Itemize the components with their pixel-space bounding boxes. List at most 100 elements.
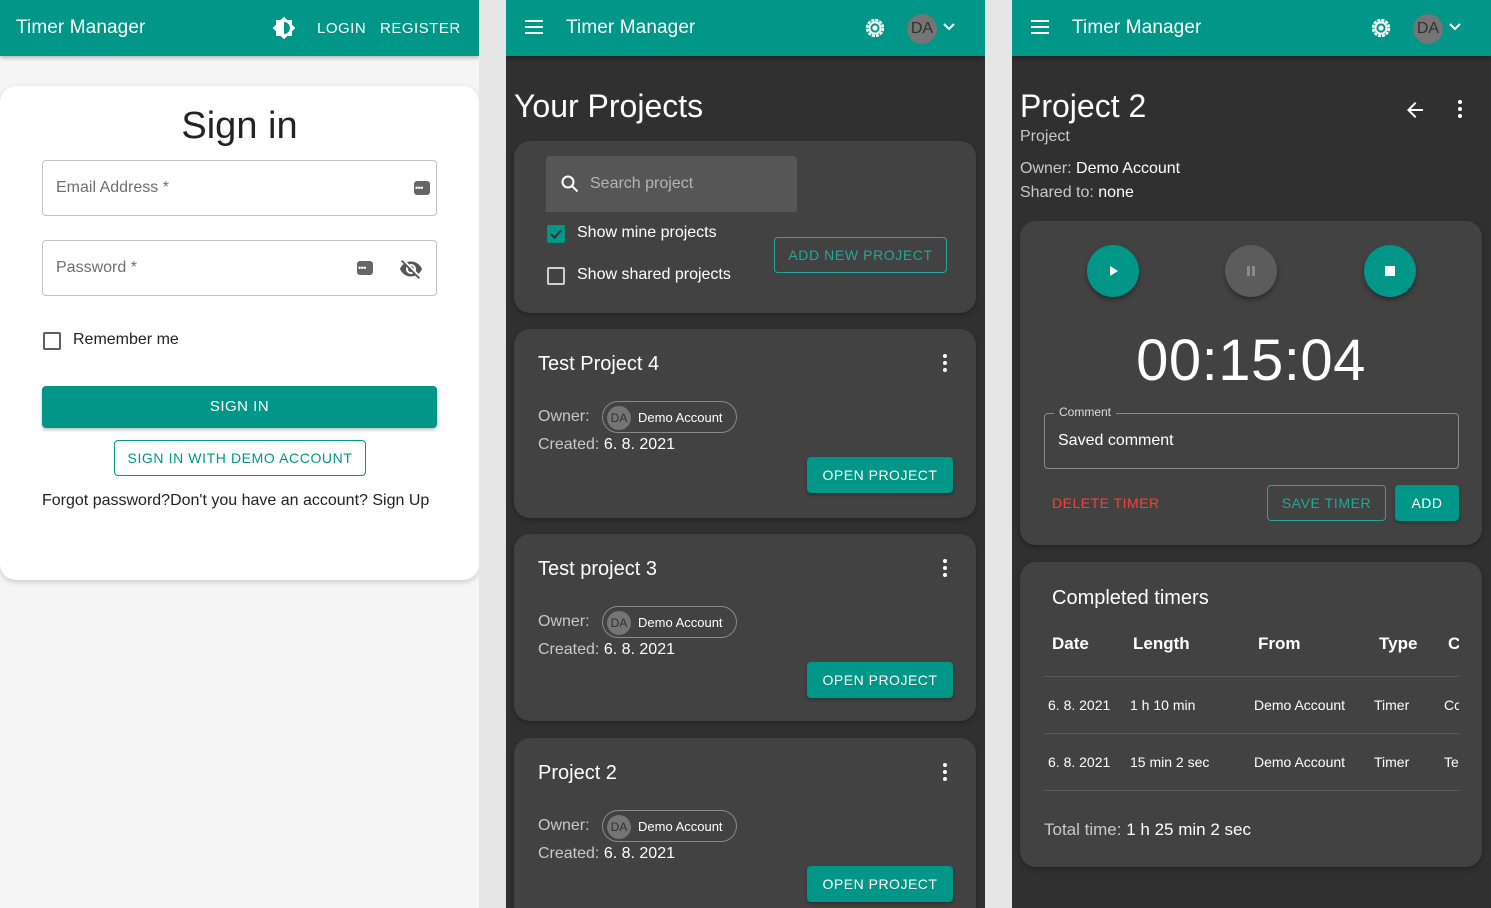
total-value: 1 h 25 min 2 sec [1126, 820, 1251, 839]
project-name[interactable]: Test Project 4 [538, 353, 659, 376]
more-vert-icon[interactable] [1458, 100, 1462, 118]
sign-in-card: Sign in Email Address * Password * Remem… [0, 86, 479, 580]
show-mine-checkbox[interactable] [547, 225, 565, 243]
register-link[interactable]: REGISTER [380, 20, 461, 37]
created-date: 6. 8. 2021 [603, 641, 675, 658]
more-vert-icon[interactable] [943, 763, 947, 781]
chip-name: Demo Account [638, 615, 723, 630]
chevron-down-icon[interactable] [942, 20, 956, 34]
project-card: Test Project 4 Owner: DA Demo Account Cr… [514, 329, 976, 518]
column-header: From [1258, 634, 1301, 653]
chip-avatar: DA [607, 611, 631, 635]
play-icon [1110, 266, 1118, 276]
app-bar: Timer Manager DA [1012, 0, 1491, 56]
sign-up-link[interactable]: Don't you have an account? Sign Up [170, 492, 429, 509]
app-bar: Timer Manager LOGIN REGISTER [0, 0, 479, 56]
show-shared-label: Show shared projects [577, 266, 731, 283]
chevron-down-icon[interactable] [1448, 20, 1462, 34]
search-icon [561, 175, 579, 193]
password-manager-icon[interactable] [414, 181, 430, 195]
login-link[interactable]: LOGIN [317, 20, 366, 37]
open-project-button[interactable]: OPEN PROJECT [807, 662, 953, 698]
brightness-icon[interactable] [272, 16, 296, 40]
settings-icon[interactable] [1369, 16, 1393, 40]
check-icon [550, 229, 562, 239]
show-shared-checkbox[interactable] [547, 267, 565, 285]
settings-icon[interactable] [863, 16, 887, 40]
search-input[interactable]: Search project [546, 156, 797, 212]
pause-button[interactable] [1225, 245, 1277, 297]
owner-line: Owner: Demo Account [1020, 160, 1180, 178]
sign-in-button[interactable]: SIGN IN [42, 386, 437, 428]
created-text: Created: 6. 8. 2021 [538, 641, 675, 659]
more-vert-icon[interactable] [943, 559, 947, 577]
timer-card: 00:15:04 Comment Saved comment DELETE TI… [1020, 221, 1482, 545]
created-text: Created: 6. 8. 2021 [538, 436, 675, 454]
user-avatar[interactable]: DA [907, 14, 937, 44]
app-title: Timer Manager [16, 17, 146, 38]
created-label: Created: [538, 845, 600, 862]
cell-from: Demo Account [1254, 754, 1346, 770]
menu-icon[interactable] [525, 20, 543, 34]
cell-from: Demo Account [1254, 697, 1346, 713]
owner-label: Owner: [538, 613, 590, 630]
add-project-button[interactable]: ADD NEW PROJECT [774, 237, 947, 273]
auth-links: Forgot password?Don't you have an accoun… [42, 492, 429, 510]
sign-in-demo-button[interactable]: SIGN IN WITH DEMO ACCOUNT [114, 440, 366, 476]
column-header: C [1448, 634, 1459, 653]
app-title: Timer Manager [566, 17, 696, 38]
cell-date: 6. 8. 2021 [1048, 697, 1111, 713]
cell-comment: Cc [1444, 697, 1459, 713]
column-header: Length [1133, 634, 1190, 653]
shared-line: Shared to: none [1020, 184, 1134, 202]
stop-icon [1385, 266, 1395, 276]
chip-avatar: DA [607, 815, 631, 839]
projects-screen: Timer Manager DA Your Projects Search pr… [506, 0, 985, 908]
row-divider [1044, 676, 1459, 677]
sign-in-title: Sign in [181, 105, 298, 147]
save-timer-button[interactable]: SAVE TIMER [1267, 485, 1386, 521]
more-vert-icon[interactable] [943, 354, 947, 372]
forgot-password-link[interactable]: Forgot password? [42, 492, 170, 509]
cell-type: Timer [1374, 754, 1410, 770]
password-field[interactable]: Password * [42, 240, 437, 296]
chip-name: Demo Account [638, 410, 723, 425]
open-project-button[interactable]: OPEN PROJECT [807, 866, 953, 902]
add-button[interactable]: ADD [1395, 485, 1459, 521]
search-placeholder: Search project [590, 175, 694, 192]
column-header: Type [1379, 634, 1418, 653]
play-button[interactable] [1087, 245, 1139, 297]
cell-length: 1 h 10 min [1130, 697, 1196, 713]
cell-comment: Te [1444, 754, 1459, 770]
cell-type: Timer [1374, 697, 1410, 713]
owner-label: Owner: [538, 408, 590, 425]
app-title: Timer Manager [1072, 17, 1202, 38]
created-date: 6. 8. 2021 [603, 845, 675, 862]
login-screen: Timer Manager LOGIN REGISTER Sign in Ema… [0, 0, 479, 908]
row-divider [1044, 790, 1459, 791]
page-title: Your Projects [514, 88, 704, 124]
project-name[interactable]: Test project 3 [538, 558, 657, 581]
user-avatar[interactable]: DA [1413, 14, 1443, 44]
password-manager-icon[interactable] [357, 261, 373, 275]
cell-date: 6. 8. 2021 [1048, 754, 1111, 770]
completed-timers-card: Completed timers Date Length From Type C… [1020, 562, 1482, 867]
project-name[interactable]: Project 2 [538, 762, 617, 785]
delete-timer-button[interactable]: DELETE TIMER [1052, 495, 1160, 511]
total-label: Total time: [1044, 820, 1122, 839]
shared-value: none [1098, 184, 1134, 201]
owner-chip: DA Demo Account [602, 810, 737, 842]
visibility-off-icon[interactable] [399, 257, 423, 281]
arrow-back-icon[interactable] [1403, 98, 1427, 122]
owner-label: Owner: [1020, 160, 1072, 177]
menu-icon[interactable] [1031, 20, 1049, 34]
stop-button[interactable] [1364, 245, 1416, 297]
chip-avatar: DA [607, 406, 631, 430]
remember-me-checkbox[interactable] [43, 332, 61, 350]
show-mine-label: Show mine projects [577, 224, 717, 241]
open-project-button[interactable]: OPEN PROJECT [807, 457, 953, 493]
comment-label: Comment [1054, 405, 1117, 419]
chip-name: Demo Account [638, 819, 723, 834]
comment-input[interactable]: Comment Saved comment [1044, 405, 1459, 469]
email-field[interactable]: Email Address * [42, 160, 437, 216]
